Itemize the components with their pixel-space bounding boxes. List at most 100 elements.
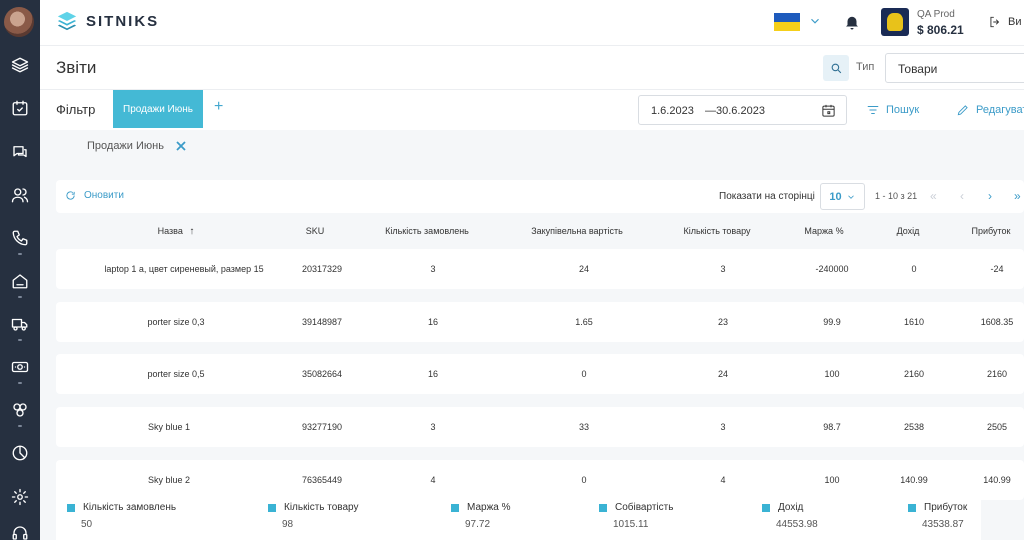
edit-filter-label: Редагувати bbox=[976, 104, 1024, 116]
total-margin: Маржа % 97.72 bbox=[451, 502, 511, 530]
cell-revenue: 140.99 bbox=[900, 475, 928, 485]
prev-page-button[interactable]: ‹ bbox=[960, 190, 964, 202]
account-balance: $ 806.21 bbox=[917, 23, 964, 37]
chevron-down-icon[interactable] bbox=[808, 14, 822, 28]
layers-icon[interactable] bbox=[0, 45, 40, 85]
cell-orders: 4 bbox=[430, 475, 436, 485]
date-from: 1.6.2023 bbox=[651, 105, 694, 117]
column-header-quantity[interactable]: Кількість товару bbox=[683, 226, 750, 236]
brand-name: SITNIKS bbox=[86, 12, 160, 30]
brand-logo[interactable]: SITNIKS bbox=[56, 10, 159, 32]
table-row[interactable]: porter size 0,5 35082664 16 0 24 100 216… bbox=[56, 354, 1024, 394]
column-header-margin[interactable]: Маржа % bbox=[804, 226, 843, 236]
pencil-icon bbox=[957, 105, 968, 116]
cell-purchase-cost: 0 bbox=[581, 475, 587, 485]
date-to: 30.6.2023 bbox=[716, 105, 765, 117]
pie-chart-icon[interactable] bbox=[0, 433, 40, 473]
cell-purchase-cost: 24 bbox=[578, 264, 590, 274]
cell-quantity: 3 bbox=[720, 422, 726, 432]
refresh-label: Оновити bbox=[84, 190, 124, 201]
phone-icon[interactable] bbox=[0, 218, 40, 258]
refresh-button[interactable]: Оновити bbox=[65, 190, 124, 201]
calendar-check-icon[interactable] bbox=[0, 88, 40, 128]
home-icon[interactable] bbox=[0, 261, 40, 301]
menu-dot bbox=[18, 425, 22, 427]
column-header-sku[interactable]: SKU bbox=[306, 226, 325, 236]
table-row[interactable]: porter size 0,3 39148987 16 1.65 23 99.9… bbox=[56, 302, 1024, 342]
table-header: Назва ↑ SKU Кількість замовлень Закупіве… bbox=[56, 218, 1024, 244]
total-cost: Собівартість 1015.11 bbox=[599, 502, 673, 530]
cell-margin: 99.9 bbox=[823, 317, 841, 327]
column-header-name[interactable]: Назва ↑ bbox=[158, 226, 195, 237]
total-revenue: Дохід 44553.98 bbox=[762, 502, 818, 530]
edit-filter-button[interactable]: Редагувати bbox=[956, 103, 1024, 117]
total-orders: Кількість замовлень 50 bbox=[67, 502, 176, 530]
date-range-picker[interactable]: 1.6.2023 — 30.6.2023 bbox=[638, 95, 847, 125]
search-filter-button[interactable]: Пошук bbox=[866, 103, 919, 117]
per-page-select[interactable]: 10 bbox=[820, 183, 865, 210]
gear-icon[interactable] bbox=[0, 477, 40, 517]
cell-margin: 98.7 bbox=[823, 422, 841, 432]
column-header-profit[interactable]: Прибуток bbox=[972, 226, 1011, 236]
per-page-label: Показати на сторінці bbox=[719, 191, 815, 202]
title-bar: Звіти Тип Товари bbox=[40, 46, 1024, 90]
users-icon[interactable] bbox=[0, 175, 40, 215]
table-row[interactable]: Sky blue 1 93277190 3 33 3 98.7 2538 250… bbox=[56, 407, 1024, 447]
top-header: SITNIKS QA Prod $ 806.21 Ви bbox=[40, 0, 1024, 46]
logout-label: Ви bbox=[1008, 16, 1022, 28]
account-avatar[interactable] bbox=[881, 8, 909, 36]
user-avatar[interactable] bbox=[4, 7, 34, 37]
cell-profit: 2160 bbox=[986, 369, 1008, 379]
bell-icon[interactable] bbox=[843, 13, 861, 31]
last-page-button[interactable]: » bbox=[1014, 190, 1021, 202]
cell-margin: 100 bbox=[824, 369, 840, 379]
cell-name: laptop 1 a, цвет сиреневый, размер 15 bbox=[104, 264, 264, 274]
column-header-orders[interactable]: Кількість замовлень bbox=[385, 226, 469, 236]
table-row[interactable]: laptop 1 a, цвет сиреневый, размер 15 20… bbox=[56, 249, 1024, 289]
cell-name: porter size 0,5 bbox=[147, 369, 205, 379]
cell-quantity: 24 bbox=[717, 369, 729, 379]
legend-marker bbox=[599, 503, 607, 512]
add-filter-button[interactable]: + bbox=[214, 98, 223, 116]
cell-purchase-cost: 33 bbox=[578, 422, 590, 432]
search-icon bbox=[831, 63, 841, 73]
cell-purchase-cost: 1.65 bbox=[575, 317, 593, 327]
column-header-purchase-cost[interactable]: Закупівельна вартість bbox=[531, 226, 623, 236]
search-filter-label: Пошук bbox=[886, 104, 920, 116]
cell-revenue: 2160 bbox=[903, 369, 925, 379]
chat-icon[interactable] bbox=[0, 132, 40, 172]
type-label: Тип bbox=[856, 61, 875, 73]
first-page-button[interactable]: « bbox=[930, 190, 937, 202]
column-header-revenue[interactable]: Дохід bbox=[897, 226, 920, 236]
headset-icon[interactable] bbox=[0, 513, 40, 540]
date-separator: — bbox=[705, 105, 716, 117]
total-quantity: Кількість товару 98 bbox=[268, 502, 359, 530]
cell-quantity: 3 bbox=[720, 264, 726, 274]
per-page-value: 10 bbox=[829, 190, 842, 203]
truck-icon[interactable] bbox=[0, 304, 40, 344]
cell-name: Sky blue 2 bbox=[147, 475, 191, 485]
cell-sku: 76365449 bbox=[301, 475, 343, 485]
shapes-icon[interactable] bbox=[0, 390, 40, 430]
ukraine-flag-icon[interactable] bbox=[774, 13, 800, 31]
search-button[interactable] bbox=[823, 55, 849, 81]
legend-marker bbox=[268, 503, 276, 512]
cash-icon[interactable] bbox=[0, 347, 40, 387]
legend-marker bbox=[908, 503, 916, 512]
filter-tab-active[interactable]: Продажи Июнь bbox=[113, 90, 203, 128]
cell-orders: 3 bbox=[430, 422, 436, 432]
cell-sku: 35082664 bbox=[301, 369, 343, 379]
close-icon[interactable] bbox=[176, 141, 186, 151]
logout-button[interactable]: Ви bbox=[988, 15, 1021, 29]
cell-quantity: 4 bbox=[720, 475, 726, 485]
filter-label: Фільтр bbox=[56, 102, 96, 117]
menu-dot bbox=[18, 382, 22, 384]
cell-profit: 1608.35 bbox=[980, 317, 1014, 327]
type-select[interactable]: Товари bbox=[885, 53, 1024, 83]
next-page-button[interactable]: › bbox=[988, 190, 992, 202]
filter-bar: Фільтр Продажи Июнь + 1.6.2023 — 30.6.20… bbox=[40, 90, 1024, 130]
chevron-down-icon bbox=[847, 194, 854, 199]
legend-marker bbox=[451, 503, 459, 512]
calendar-icon[interactable] bbox=[821, 103, 836, 118]
cell-purchase-cost: 0 bbox=[581, 369, 587, 379]
